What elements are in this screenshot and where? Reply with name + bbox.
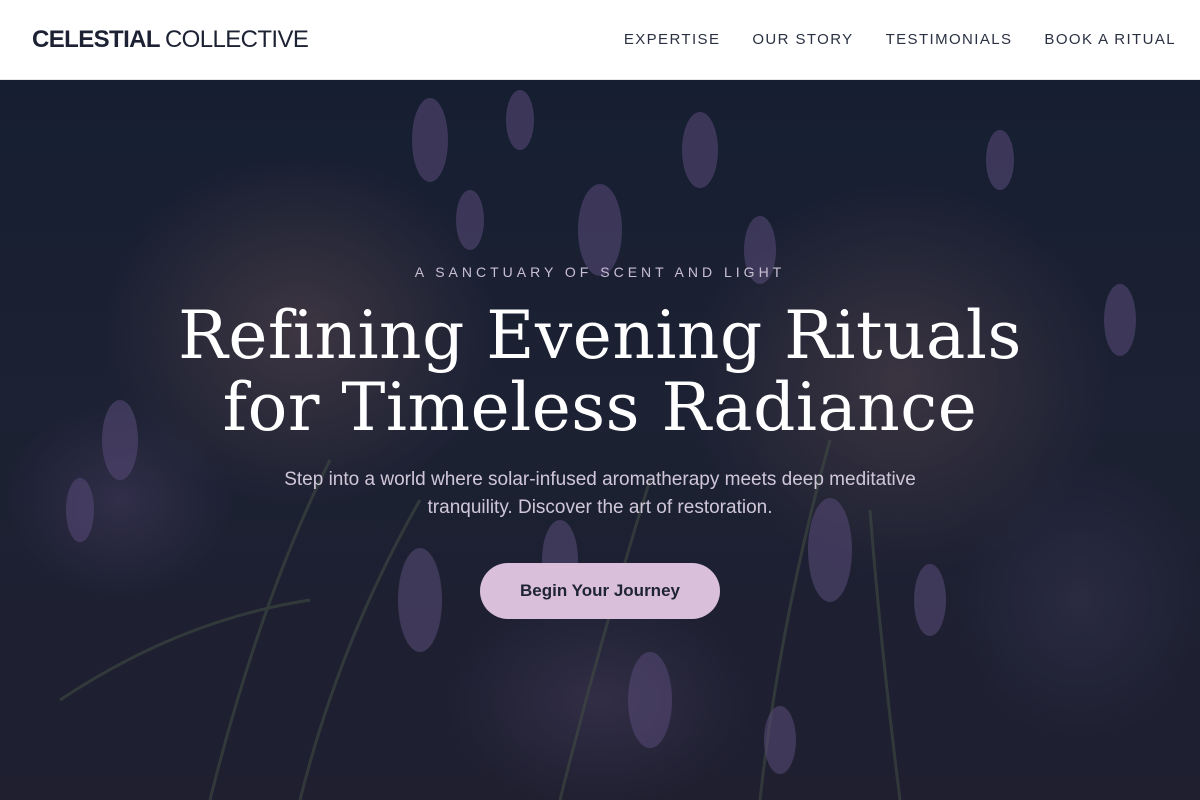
- logo-strong-text: CELESTIAL: [32, 25, 161, 53]
- nav-link-expertise[interactable]: EXPERTISE: [624, 31, 721, 48]
- headline-line-1: Refining Evening Rituals: [178, 297, 1022, 374]
- nav-link-testimonials[interactable]: TESTIMONIALS: [886, 31, 1013, 48]
- brand-logo[interactable]: CELESTIAL COLLECTIVE: [32, 25, 309, 54]
- headline-line-2: for Timeless Radiance: [222, 369, 978, 446]
- hero-content: A SANCTUARY OF SCENT AND LIGHT Refining …: [0, 80, 1200, 800]
- site-header: CELESTIAL COLLECTIVE EXPERTISE OUR STORY …: [0, 0, 1200, 80]
- nav-link-our-story[interactable]: OUR STORY: [752, 31, 853, 48]
- hero-section: A SANCTUARY OF SCENT AND LIGHT Refining …: [0, 80, 1200, 800]
- hero-subtext: Step into a world where solar-infused ar…: [284, 469, 916, 518]
- hero-eyebrow: A SANCTUARY OF SCENT AND LIGHT: [414, 264, 786, 280]
- nav-link-book-a-ritual[interactable]: BOOK A RITUAL: [1044, 31, 1176, 48]
- logo-light-text: COLLECTIVE: [164, 25, 309, 53]
- hero-headline: Refining Evening Rituals for Timeless Ra…: [100, 300, 1100, 444]
- main-nav: EXPERTISE OUR STORY TESTIMONIALS BOOK A …: [624, 31, 1176, 48]
- begin-journey-button[interactable]: Begin Your Journey: [480, 563, 720, 619]
